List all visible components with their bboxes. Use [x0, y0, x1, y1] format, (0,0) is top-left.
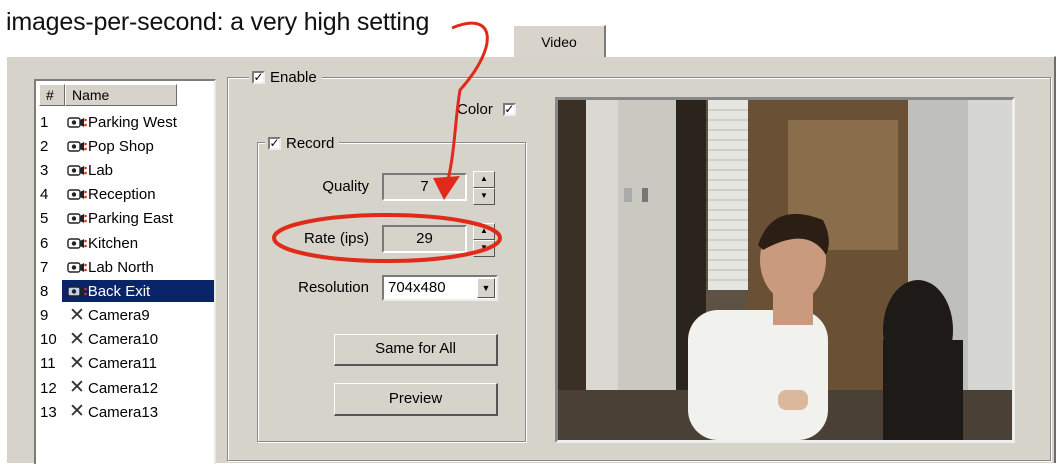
camera-list-item[interactable]: 1 Parking West [36, 110, 214, 134]
camera-icon [66, 162, 88, 179]
column-header-name[interactable]: Name [65, 84, 177, 106]
camera-icon [66, 138, 88, 155]
camera-name: Camera12 [88, 379, 159, 397]
disabled-x-icon: ✕ [69, 352, 85, 374]
chevron-down-icon[interactable]: ▼ [477, 278, 495, 298]
camera-name: Camera9 [88, 307, 150, 325]
resolution-select[interactable]: 704x480 ▼ [382, 275, 498, 301]
camera-icon [66, 114, 88, 131]
annotation-text: images-per-second: a very high setting [6, 8, 430, 36]
camera-name: Kitchen [88, 234, 139, 252]
enable-checkbox[interactable]: ✓ [252, 71, 265, 84]
video-settings-panel: # Name 1 Parking West 2 Pop Shop 3 Lab 4 Recept… [6, 56, 1056, 464]
camera-list-item[interactable]: 5 Parking East [36, 207, 214, 231]
rate-field[interactable]: 29 [382, 225, 467, 253]
camera-list-item[interactable]: 4 Reception [36, 183, 214, 207]
record-label: Record [286, 135, 335, 152]
camera-name: Lab North [88, 258, 154, 276]
color-checkbox-row[interactable]: Color ✓ [457, 101, 516, 118]
camera-name: Reception [88, 186, 156, 204]
record-checkbox-row[interactable]: ✓ Record [265, 135, 340, 152]
camera-list-header: # Name [39, 84, 214, 106]
camera-name: Camera11 [88, 355, 157, 373]
camera-icon [66, 235, 88, 252]
camera-name: Parking West [88, 113, 177, 131]
selected-camera-highlight: Back Exit [61, 280, 214, 303]
quality-spinner[interactable]: ▲ ▼ [473, 171, 495, 205]
camera-number: 10 [40, 331, 57, 349]
camera-icon [67, 141, 87, 152]
camera-list-item[interactable]: 9 ✕ Camera9 [36, 304, 214, 328]
camera-list-item[interactable]: 10 ✕ Camera10 [36, 328, 214, 352]
camera-number: 4 [40, 186, 49, 204]
disabled-x-icon: ✕ [69, 328, 85, 350]
camera-name: Back Exit [87, 282, 151, 300]
camera-icon [67, 116, 87, 128]
color-label: Color [457, 101, 493, 118]
camera-icon [67, 213, 87, 225]
camera-name: Camera10 [88, 331, 159, 349]
camera-number: 6 [40, 234, 49, 252]
camera-icon [66, 186, 88, 203]
camera-feed-image [558, 100, 1012, 440]
quality-field[interactable]: 7 [382, 173, 467, 201]
camera-list-item[interactable]: 7 Lab North [36, 255, 214, 279]
camera-icon [67, 286, 87, 297]
same-for-all-button[interactable]: Same for All [334, 334, 498, 366]
camera-name: Parking East [88, 210, 174, 228]
rate-up-button[interactable]: ▲ [473, 223, 495, 240]
camera-number: 5 [40, 210, 49, 228]
camera-list[interactable]: # Name 1 Parking West 2 Pop Shop 3 Lab 4 Recept… [34, 79, 216, 464]
rate-down-button[interactable]: ▼ [473, 240, 495, 257]
camera-list-item[interactable]: 6 Kitchen [36, 231, 214, 255]
camera-number: 3 [40, 161, 49, 179]
camera-number: 9 [40, 307, 49, 325]
camera-list-item[interactable]: 11 ✕ Camera11 [36, 352, 214, 376]
quality-down-button[interactable]: ▼ [473, 188, 495, 205]
camera-icon [65, 282, 88, 300]
column-header-number[interactable]: # [39, 84, 65, 106]
camera-name: Pop Shop [88, 137, 154, 155]
camera-number: 7 [40, 258, 49, 276]
camera-icon [67, 165, 87, 176]
video-preview [555, 97, 1015, 443]
disabled-x-icon: ✕ [69, 401, 85, 423]
camera-list-rows: 1 Parking West 2 Pop Shop 3 Lab 4 Reception 5 Par… [36, 110, 214, 424]
camera-name: Lab [88, 161, 114, 179]
preview-button[interactable]: Preview [334, 383, 498, 416]
resolution-label: Resolution [298, 279, 369, 296]
camera-number: 2 [40, 137, 49, 155]
record-checkbox[interactable]: ✓ [268, 137, 281, 150]
tab-video[interactable]: Video [513, 25, 606, 57]
color-checkbox[interactable]: ✓ [502, 103, 516, 116]
disabled-x-icon: ✕ [69, 377, 85, 399]
quality-up-button[interactable]: ▲ [473, 171, 495, 188]
camera-number: 11 [40, 355, 56, 373]
camera-list-item[interactable]: 12 ✕ Camera12 [36, 376, 214, 400]
camera-icon [67, 237, 87, 249]
disabled-x-icon: ✕ [69, 304, 85, 326]
camera-icon [66, 210, 88, 227]
camera-number: 12 [40, 379, 57, 397]
camera-number: 1 [40, 113, 49, 131]
rate-spinner[interactable]: ▲ ▼ [473, 223, 495, 257]
camera-list-item[interactable]: 3 Lab [36, 158, 214, 182]
quality-label: Quality [322, 178, 369, 195]
enable-label: Enable [270, 69, 317, 86]
camera-icon [66, 259, 88, 276]
camera-list-item[interactable]: 13 ✕ Camera13 [36, 400, 214, 424]
camera-list-item[interactable]: 2 Pop Shop [36, 134, 214, 158]
camera-icon [67, 262, 87, 273]
enable-checkbox-row[interactable]: ✓ Enable [249, 69, 322, 86]
resolution-value: 704x480 [388, 279, 446, 296]
camera-name: Camera13 [88, 403, 159, 421]
camera-number: 13 [40, 403, 57, 421]
camera-list-item[interactable]: 8 Back Exit [36, 279, 214, 303]
camera-icon [67, 189, 87, 200]
rate-label: Rate (ips) [303, 230, 369, 247]
